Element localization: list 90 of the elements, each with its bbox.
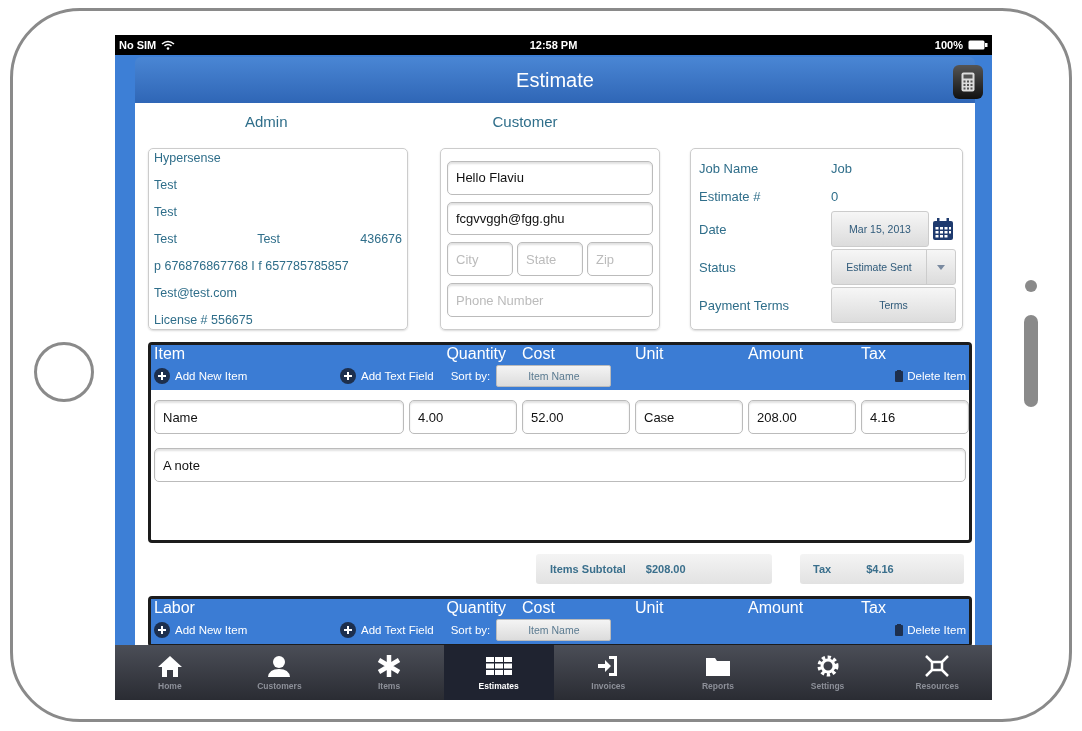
subtotal-label: Items Subtotal <box>550 563 626 575</box>
city-field[interactable]: City <box>447 242 513 277</box>
column-header: Labor <box>154 599 196 617</box>
field-label: Job Name <box>699 160 760 176</box>
column-header: Amount <box>747 599 805 617</box>
add-text-field-button[interactable]: Add Text Field <box>340 368 434 384</box>
state-field[interactable]: State <box>517 242 583 277</box>
wifi-icon <box>161 40 176 50</box>
field-label: Status <box>699 259 737 275</box>
subtotal-value: $208.00 <box>645 563 686 575</box>
admin-text: Test <box>257 232 281 246</box>
field-label: Date <box>699 221 728 237</box>
sort-button[interactable]: Item Name <box>496 619 612 641</box>
carrier-text: No SIM <box>119 39 157 51</box>
add-item-button[interactable]: Add New Item <box>154 622 340 638</box>
column-header: Unit <box>634 345 665 363</box>
section-heading: Admin <box>245 113 288 130</box>
plus-circle-icon <box>154 622 170 638</box>
admin-text: Test@test.com <box>154 286 237 300</box>
clock-text: 12:58 PM <box>529 39 578 51</box>
calculator-button[interactable] <box>953 65 983 99</box>
note-field[interactable]: A note <box>154 448 966 482</box>
plus-circle-icon <box>340 622 356 638</box>
admin-text: Hypersense <box>154 151 221 165</box>
calendar-icon[interactable] <box>933 218 953 240</box>
item-field[interactable]: 52.00 <box>522 400 630 434</box>
plus-circle-icon <box>154 368 170 384</box>
admin-text: p 676876867768 I f 657785785857 <box>154 259 349 273</box>
trash-icon <box>895 624 904 636</box>
calculator-icon <box>961 72 975 92</box>
tab-button[interactable]: Home <box>115 645 225 700</box>
item-field[interactable]: Case <box>635 400 743 434</box>
item-field[interactable]: 4.16 <box>861 400 969 434</box>
date-button[interactable]: Mar 15, 2013 <box>831 211 929 247</box>
plus-circle-icon <box>340 368 356 384</box>
home-button[interactable] <box>34 342 94 402</box>
add-text-field-button[interactable]: Add Text Field <box>340 622 434 638</box>
trash-icon <box>895 370 904 382</box>
delete-item-button[interactable]: Delete Item <box>895 370 966 382</box>
tab-button[interactable]: Resources <box>882 645 992 700</box>
tax-value: $4.16 <box>866 563 894 575</box>
column-header: Cost <box>521 345 556 363</box>
column-header: Cost <box>521 599 556 617</box>
tab-button[interactable]: Customers <box>224 645 335 700</box>
sort-label: Sort by: <box>450 370 491 382</box>
sort-label: Sort by: <box>450 624 491 636</box>
field-value: Job <box>831 160 852 176</box>
asterisk-icon <box>376 654 403 678</box>
battery-text: 100% <box>934 39 963 51</box>
tab-button[interactable]: Settings <box>772 645 883 700</box>
grid-icon <box>485 654 512 678</box>
camera-dot <box>1024 280 1037 292</box>
person-icon <box>266 654 293 678</box>
admin-text: Test <box>154 232 177 246</box>
delete-item-button[interactable]: Delete Item <box>895 624 966 636</box>
section-heading: Customer <box>492 113 558 130</box>
email-field[interactable]: fcgvvggh@fgg.ghu <box>447 201 653 236</box>
field-label: Payment Terms <box>699 297 791 313</box>
field-label: Estimate # <box>699 188 762 204</box>
zip-field[interactable]: Zip <box>587 242 653 277</box>
column-header: Item <box>154 345 187 363</box>
tax-label: Tax <box>813 563 832 575</box>
admin-text: 436676 <box>360 232 402 246</box>
phone-field[interactable]: Phone Number <box>447 283 653 317</box>
column-header: Amount <box>747 345 805 363</box>
column-header: Tax <box>860 345 887 363</box>
item-field[interactable]: Name <box>154 400 404 434</box>
screen-title: Estimate <box>516 68 594 92</box>
home-icon <box>156 654 183 678</box>
column-header: Unit <box>634 599 665 617</box>
column-header: Quantity <box>445 345 507 363</box>
customer-name-field[interactable]: Hello Flaviu <box>447 161 653 195</box>
column-header: Quantity <box>445 599 507 617</box>
battery-icon <box>968 40 988 50</box>
tab-button[interactable]: Reports <box>663 645 773 700</box>
tab-button[interactable]: Estimates <box>443 645 554 700</box>
admin-text: Test <box>154 205 177 219</box>
column-header: Tax <box>860 599 887 617</box>
add-item-button[interactable]: Add New Item <box>154 368 340 384</box>
item-field[interactable]: 4.00 <box>409 400 517 434</box>
status-dropdown[interactable]: Estimate Sent <box>831 249 956 285</box>
admin-text: Test <box>154 178 177 192</box>
tab-button[interactable]: Invoices <box>553 645 664 700</box>
admin-text: License # 556675 <box>154 313 253 327</box>
terms-button[interactable]: Terms <box>831 287 956 323</box>
tab-button[interactable]: Items <box>334 645 444 700</box>
sort-button[interactable]: Item Name <box>496 365 612 387</box>
item-field[interactable]: 208.00 <box>748 400 856 434</box>
caret-icon <box>937 264 945 270</box>
field-value: 0 <box>831 188 839 204</box>
